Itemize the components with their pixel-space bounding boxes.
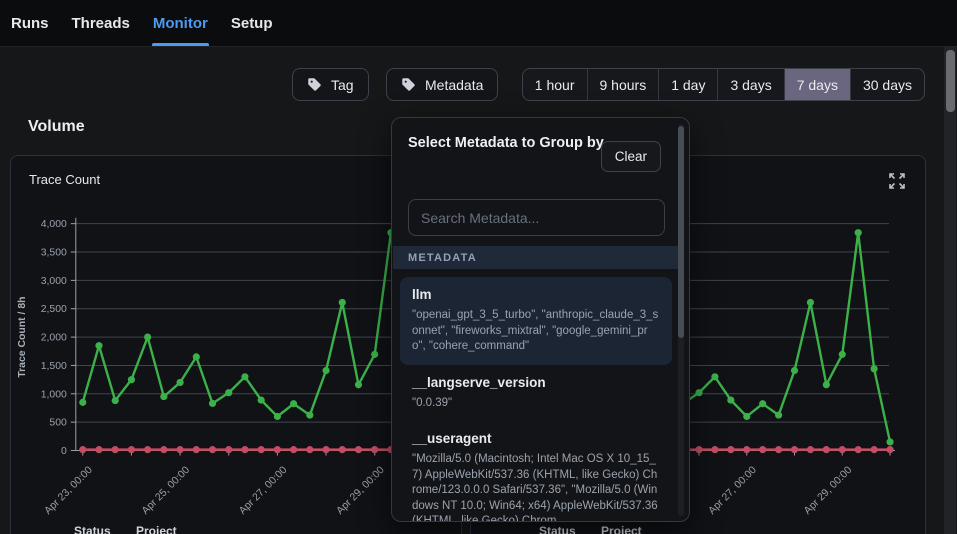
time-range-option-1-day[interactable]: 1 day [659, 69, 718, 100]
time-range-label: 7 days [797, 77, 838, 93]
time-range-label: 1 day [671, 77, 705, 93]
legend-column-project: Project [601, 524, 642, 534]
expand-icon-glyph [887, 171, 907, 191]
active-tab-underline [152, 43, 209, 46]
clear-button[interactable]: Clear [601, 141, 661, 172]
tab-setup-label: Setup [231, 15, 273, 32]
metadata-item-list: llm "openai_gpt_3_5_turbo", "anthropic_c… [400, 277, 672, 522]
metadata-filter-label: Metadata [425, 77, 483, 93]
time-range-option-9-hours[interactable]: 9 hours [588, 69, 660, 100]
time-range-label: 30 days [863, 77, 912, 93]
metadata-item-preview: "0.0.39" [412, 396, 660, 412]
svg-text:Apr 29, 00:00: Apr 29, 00:00 [335, 465, 387, 517]
section-title-volume: Volume [28, 118, 85, 136]
tag-filter-label: Tag [331, 77, 354, 93]
tag-icon [401, 77, 416, 92]
metadata-item-preview: "openai_gpt_3_5_turbo", "anthropic_claud… [412, 308, 660, 355]
svg-text:Apr 29, 00:00: Apr 29, 00:00 [802, 465, 854, 517]
time-range-group: 1 hour 9 hours 1 day 3 days 7 days 30 da… [522, 68, 925, 101]
tab-threads[interactable]: Threads [71, 0, 131, 46]
legend-column-status: Status [539, 524, 576, 534]
svg-text:Apr 27, 00:00: Apr 27, 00:00 [707, 465, 759, 517]
svg-text:1,500: 1,500 [41, 361, 67, 372]
page-scrollbar-thumb[interactable] [946, 50, 955, 112]
svg-text:2,500: 2,500 [41, 304, 67, 315]
time-range-option-3-days[interactable]: 3 days [718, 69, 784, 100]
svg-text:Apr 27, 00:00: Apr 27, 00:00 [237, 465, 289, 517]
chart-title: Trace Count [29, 172, 100, 187]
time-range-label: 1 hour [535, 77, 575, 93]
tab-threads-label: Threads [72, 15, 130, 32]
metadata-item-key: __useragent [412, 431, 660, 446]
expand-icon[interactable] [887, 171, 907, 191]
svg-text:2,000: 2,000 [41, 333, 67, 344]
metadata-filter-button[interactable]: Metadata [386, 68, 498, 101]
tag-filter-button[interactable]: Tag [292, 68, 369, 101]
tab-monitor[interactable]: Monitor [152, 0, 209, 46]
metadata-item-langserve-version[interactable]: __langserve_version "0.0.39" [400, 365, 672, 422]
svg-text:4,000: 4,000 [41, 219, 67, 230]
metadata-section-header: METADATA [393, 246, 679, 269]
tag-icon [307, 77, 322, 92]
svg-text:500: 500 [49, 418, 67, 429]
time-range-option-30-days[interactable]: 30 days [851, 69, 924, 100]
time-range-label: 9 hours [600, 77, 647, 93]
tab-runs[interactable]: Runs [10, 0, 50, 46]
metadata-group-popover: Select Metadata to Group by Clear METADA… [391, 117, 690, 522]
metadata-item-key: llm [412, 287, 660, 302]
metadata-item-useragent[interactable]: __useragent "Mozilla/5.0 (Macintosh; Int… [400, 421, 672, 522]
svg-text:0: 0 [61, 446, 67, 457]
svg-text:3,500: 3,500 [41, 248, 67, 259]
svg-text:Apr 25, 00:00: Apr 25, 00:00 [140, 465, 192, 517]
page-scrollbar-track[interactable] [944, 47, 956, 534]
time-range-option-1-hour[interactable]: 1 hour [523, 69, 588, 100]
svg-text:Trace Count / 8h: Trace Count / 8h [17, 296, 28, 377]
popover-scrollbar-thumb[interactable] [678, 126, 684, 338]
search-metadata-input[interactable] [408, 199, 665, 236]
svg-text:Apr 23, 00:00: Apr 23, 00:00 [43, 465, 95, 517]
popover-title: Select Metadata to Group by [408, 133, 613, 154]
top-nav: Runs Threads Monitor Setup [0, 0, 957, 47]
tab-setup[interactable]: Setup [230, 0, 274, 46]
clear-button-label: Clear [615, 149, 647, 164]
metadata-item-preview: "Mozilla/5.0 (Macintosh; Intel Mac OS X … [412, 452, 660, 522]
metadata-item-key: __langserve_version [412, 375, 660, 390]
metadata-item-llm[interactable]: llm "openai_gpt_3_5_turbo", "anthropic_c… [400, 277, 672, 365]
time-range-option-7-days[interactable]: 7 days [785, 69, 851, 100]
svg-text:1,000: 1,000 [41, 389, 67, 400]
time-range-label: 3 days [730, 77, 771, 93]
tab-runs-label: Runs [11, 15, 49, 32]
legend-column-status: Status [74, 524, 111, 534]
svg-text:3,000: 3,000 [41, 276, 67, 287]
legend-column-project: Project [136, 524, 177, 534]
tab-monitor-label: Monitor [153, 15, 208, 32]
